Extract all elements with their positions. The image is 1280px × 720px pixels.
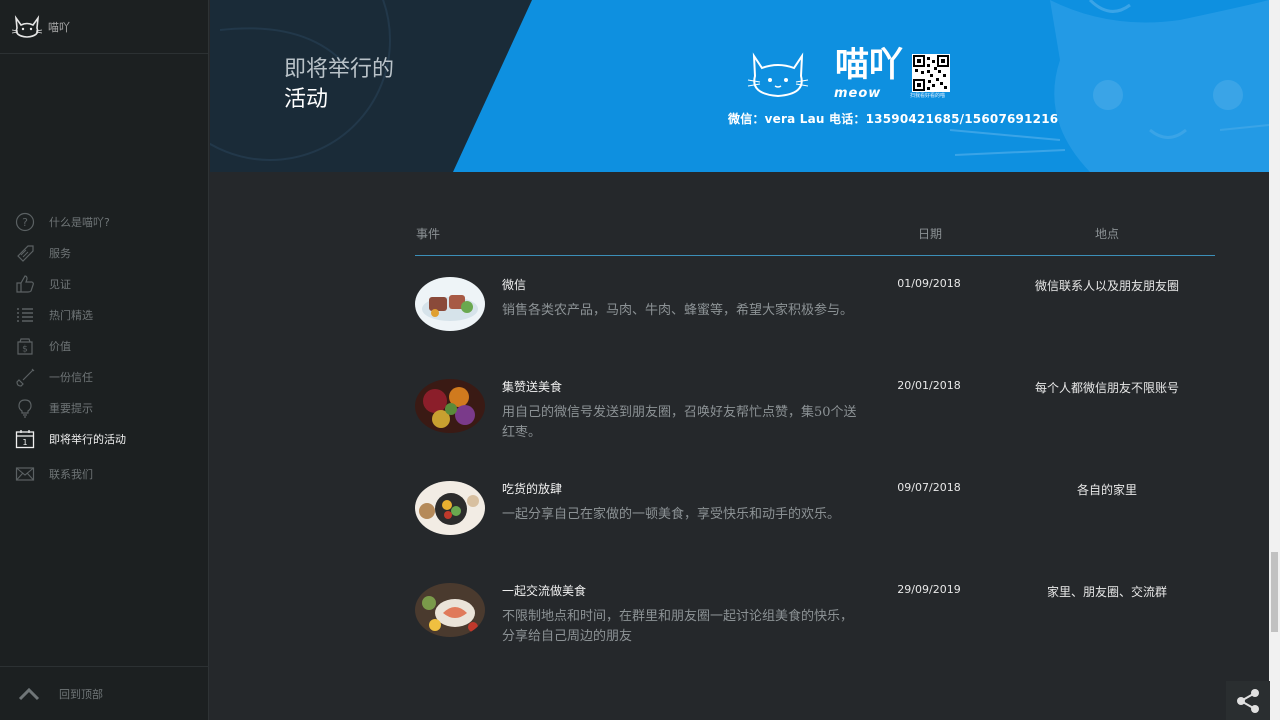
event-location: 各自的家里 <box>1076 483 1137 497</box>
cat-icon <box>12 14 42 38</box>
event-date: 09/07/2018 <box>897 481 961 494</box>
nav-item-label: 价值 <box>49 339 71 353</box>
back-to-top-label: 回到顶部 <box>59 687 103 701</box>
nav-item-label: 服务 <box>49 246 71 260</box>
event-title: 一起交流做美食 <box>502 584 587 598</box>
event-thumbnail <box>415 481 485 535</box>
nav-item-label: 重要提示 <box>49 401 93 415</box>
event-date: 20/01/2018 <box>897 379 961 392</box>
event-description: 一起分享自己在家做的一顿美食，享受快乐和动手的欢乐。 <box>502 507 841 522</box>
nav-item-label: 什么是喵吖? <box>49 215 110 229</box>
nav-item-label: 热门精选 <box>49 308 93 322</box>
table-row: 微信 销售各类农产品，马肉、牛肉、蜂蜜等，希望大家积极参与。 01/09/201… <box>415 256 1215 358</box>
nav-item-testimonials[interactable]: 见证 <box>0 268 209 299</box>
nav-item-trust[interactable]: 一份信任 <box>0 361 209 392</box>
event-thumbnail <box>415 379 485 433</box>
column-header-location: 地点 <box>1095 227 1120 241</box>
question-icon: ? <box>14 211 36 233</box>
event-description: 不限制地点和时间，在群里和朋友圈一起讨论组美食的快乐，分享给自己周边的朋友 <box>502 609 854 644</box>
nav-item-label: 即将举行的活动 <box>49 432 126 446</box>
envelope-icon <box>14 463 36 485</box>
column-header-date: 日期 <box>918 227 943 241</box>
list-icon <box>14 304 36 326</box>
nav-item-services[interactable]: 服务 <box>0 237 209 268</box>
nav-item-events[interactable]: 1 即将举行的活动 <box>0 423 209 454</box>
nav-item-label: 联系我们 <box>49 467 93 481</box>
tag-icon <box>14 242 36 264</box>
svg-text:1: 1 <box>22 438 27 447</box>
lightbulb-icon <box>14 397 36 419</box>
nav-item-what-is[interactable]: ? 什么是喵吖? <box>0 206 209 237</box>
thumbs-up-icon <box>14 273 36 295</box>
page-title: 即将举行的 活动 <box>284 55 394 115</box>
events-banner: 即将举行的 活动 喵吖 meow 扫我看好看的喵 微信：vera Lau 电话：… <box>210 0 1269 172</box>
page-title-line2: 活动 <box>284 87 329 112</box>
chevron-up-icon <box>18 687 40 700</box>
calendar-icon: 1 <box>14 428 36 450</box>
event-location: 每个人都微信朋友不限账号 <box>1034 381 1179 395</box>
page-scrollbar[interactable] <box>1269 0 1280 720</box>
shovel-icon <box>14 366 36 388</box>
event-location: 微信联系人以及朋友朋友圈 <box>1034 279 1179 293</box>
dollar-box-icon: $ <box>14 335 36 357</box>
event-thumbnail <box>415 277 485 331</box>
event-description: 用自己的微信号发送到朋友圈，召唤好友帮忙点赞，集50个送红枣。 <box>502 405 857 440</box>
table-row: 一起交流做美食 不限制地点和时间，在群里和朋友圈一起讨论组美食的快乐，分享给自己… <box>415 562 1215 664</box>
table-header: 事件 日期 地点 <box>415 210 1215 256</box>
event-date: 01/09/2018 <box>897 277 961 290</box>
back-to-top-button[interactable]: 回到顶部 <box>0 666 209 720</box>
nav-item-tips[interactable]: 重要提示 <box>0 392 209 423</box>
scrollbar-thumb[interactable] <box>1271 552 1278 632</box>
event-date: 29/09/2019 <box>897 583 961 596</box>
event-location: 家里、朋友圈、交流群 <box>1046 585 1167 599</box>
banner-contact: 微信：vera Lau 电话：13590421685/15607691216 <box>728 112 1059 126</box>
banner-brand-cn: 喵吖 <box>835 45 903 85</box>
sidebar-nav: ? 什么是喵吖? 服务 见证 热门精选 $ 价值 一份信任 重要提示 1 即将举… <box>0 206 209 489</box>
brand-logo[interactable]: 喵吖 <box>0 0 208 54</box>
nav-item-featured[interactable]: 热门精选 <box>0 299 209 330</box>
qr-code <box>912 54 950 92</box>
events-table: 事件 日期 地点 微信 销售各类农产品，马肉、牛肉、蜂蜜等，希望大家积极参与。 … <box>415 210 1215 664</box>
event-description: 销售各类农产品，马肉、牛肉、蜂蜜等，希望大家积极参与。 <box>502 303 854 318</box>
sidebar: 喵吖 ? 什么是喵吖? 服务 见证 热门精选 $ 价值 一份信任 重要提示 1 … <box>0 0 209 720</box>
svg-text:$: $ <box>22 344 28 354</box>
nav-item-contact[interactable]: 联系我们 <box>0 458 209 489</box>
share-button[interactable] <box>1226 681 1270 720</box>
column-header-event: 事件 <box>416 227 441 241</box>
page-title-line1: 即将举行的 <box>284 57 395 82</box>
svg-text:?: ? <box>22 216 28 229</box>
event-title: 集赞送美食 <box>502 380 563 394</box>
nav-item-label: 一份信任 <box>49 370 93 384</box>
table-row: 集赞送美食 用自己的微信号发送到朋友圈，召唤好友帮忙点赞，集50个送红枣。 20… <box>415 358 1215 460</box>
event-thumbnail <box>415 583 485 637</box>
event-title: 微信 <box>502 278 527 292</box>
nav-item-label: 见证 <box>49 277 71 291</box>
brand-name: 喵吖 <box>48 20 70 34</box>
share-icon <box>1237 688 1259 713</box>
nav-item-value[interactable]: $ 价值 <box>0 330 209 361</box>
event-title: 吃货的放肆 <box>502 482 563 496</box>
banner-brand-en: meow <box>834 86 882 101</box>
table-row: 吃货的放肆 一起分享自己在家做的一顿美食，享受快乐和动手的欢乐。 09/07/2… <box>415 460 1215 562</box>
qr-caption: 扫我看好看的喵 <box>910 93 946 99</box>
